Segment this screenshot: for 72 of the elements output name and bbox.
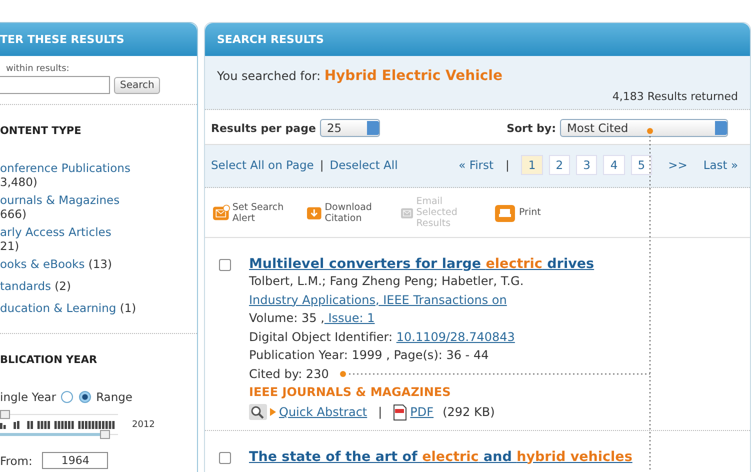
sort-select[interactable]: Most Cited [560, 119, 728, 137]
content-type-link[interactable]: ooks & eBooks [0, 257, 85, 271]
panel-title: TER THESE RESULTS [0, 23, 197, 56]
magnifier-icon [249, 404, 267, 420]
result-title-link[interactable]: Multilevel converters for large electric drives [249, 256, 594, 272]
result-count: 666) [0, 207, 26, 221]
result-count: (13) [88, 257, 112, 271]
first-page-link[interactable]: « First [458, 158, 494, 172]
slider-thumb[interactable] [0, 410, 10, 419]
separator: | [378, 404, 382, 421]
page-link[interactable]: 3 [576, 155, 598, 175]
search-field[interactable] [0, 76, 110, 94]
printer-icon [495, 202, 517, 222]
year-label: 2012 [132, 420, 155, 430]
quick-abstract-link[interactable]: Quick Abstract [279, 403, 368, 422]
result-checkbox[interactable] [219, 259, 231, 271]
section-heading: ONTENT TYPE [0, 125, 82, 137]
issue-link[interactable]: Issue: 1 [324, 311, 375, 325]
radio-label: ingle Year [0, 390, 56, 404]
per-page-select[interactable]: 25 [320, 119, 380, 137]
results-count: 4,183 Results returned [611, 90, 738, 103]
radio-button[interactable] [79, 391, 92, 403]
toolbar-action[interactable]: Set Search Alert [213, 202, 293, 224]
result-count: (2) [54, 279, 71, 293]
page-link[interactable]: 4 [603, 155, 625, 175]
content-type-link[interactable]: ducation & Learning [0, 301, 116, 315]
select-all-link[interactable]: Select All on Page [211, 158, 314, 172]
separator: | [320, 158, 324, 172]
triangle-icon [270, 408, 276, 416]
search-query: Hybrid Electric Vehicle [324, 68, 502, 84]
publication-year-pages: Publication Year: 1999 , Page(s): 36 - 44 [249, 347, 490, 364]
slider-thumb[interactable] [100, 430, 110, 439]
page-link[interactable]: 1 [521, 155, 543, 175]
file-size: (292 KB) [442, 404, 495, 421]
content-type-link[interactable]: arly Access Articles [0, 225, 112, 239]
citation-count: Cited by: 230 [249, 366, 329, 380]
content-type-label: IEEE JOURNALS & MAGAZINES [249, 384, 452, 401]
from-label: From: [0, 454, 32, 468]
result-checkbox[interactable] [219, 452, 231, 464]
sort-label: Sort by: [506, 122, 556, 134]
result-count: 21) [0, 239, 20, 253]
envelope-clock-icon [213, 202, 230, 222]
volume-text: Volume: 35 , [249, 311, 324, 325]
result-title-link[interactable]: The state of the art of electric and hybrid vehicles [249, 448, 632, 464]
doi-link[interactable]: 10.1109/28.740843 [396, 330, 515, 344]
pdf-document-icon [393, 404, 408, 421]
per-page-label: Results per page [211, 122, 316, 134]
result-count: 3,480) [0, 175, 38, 189]
deselect-all-link[interactable]: Deselect All [330, 158, 398, 172]
from-year-field[interactable]: 1964 [42, 452, 108, 469]
pdf-link[interactable]: PDF [410, 403, 434, 422]
next-pages-link[interactable]: >> [668, 158, 688, 172]
search-button[interactable]: Search [114, 76, 160, 94]
toolbar-action[interactable]: Print [495, 202, 541, 222]
radio-label: Range [96, 390, 133, 404]
page-link[interactable]: 2 [548, 155, 570, 175]
content-type-link[interactable]: onference Publications [0, 161, 130, 175]
last-page-link[interactable]: Last » [703, 158, 738, 172]
toolbar-action[interactable]: Download Citation [307, 202, 387, 224]
search-label: within results: [5, 64, 70, 74]
section-heading: BLICATION YEAR [0, 354, 98, 366]
result-count: (1) [120, 301, 136, 315]
separator: | [506, 158, 510, 172]
searched-label: You searched for: [217, 69, 321, 83]
content-type-link[interactable]: ournals & Magazines [0, 193, 120, 207]
doi-label: Digital Object Identifier: [249, 330, 393, 344]
content-type-link[interactable]: tandards [0, 279, 52, 293]
page-link[interactable]: 5 [630, 155, 652, 175]
publication-link[interactable]: Industry Applications, IEEE Transactions on [249, 292, 507, 306]
panel-title: SEARCH RESULTS [205, 23, 750, 56]
radio-button[interactable] [61, 391, 74, 403]
authors: Tolbert, L.M.; Fang Zheng Peng; Habetler, T.G. [249, 273, 525, 290]
